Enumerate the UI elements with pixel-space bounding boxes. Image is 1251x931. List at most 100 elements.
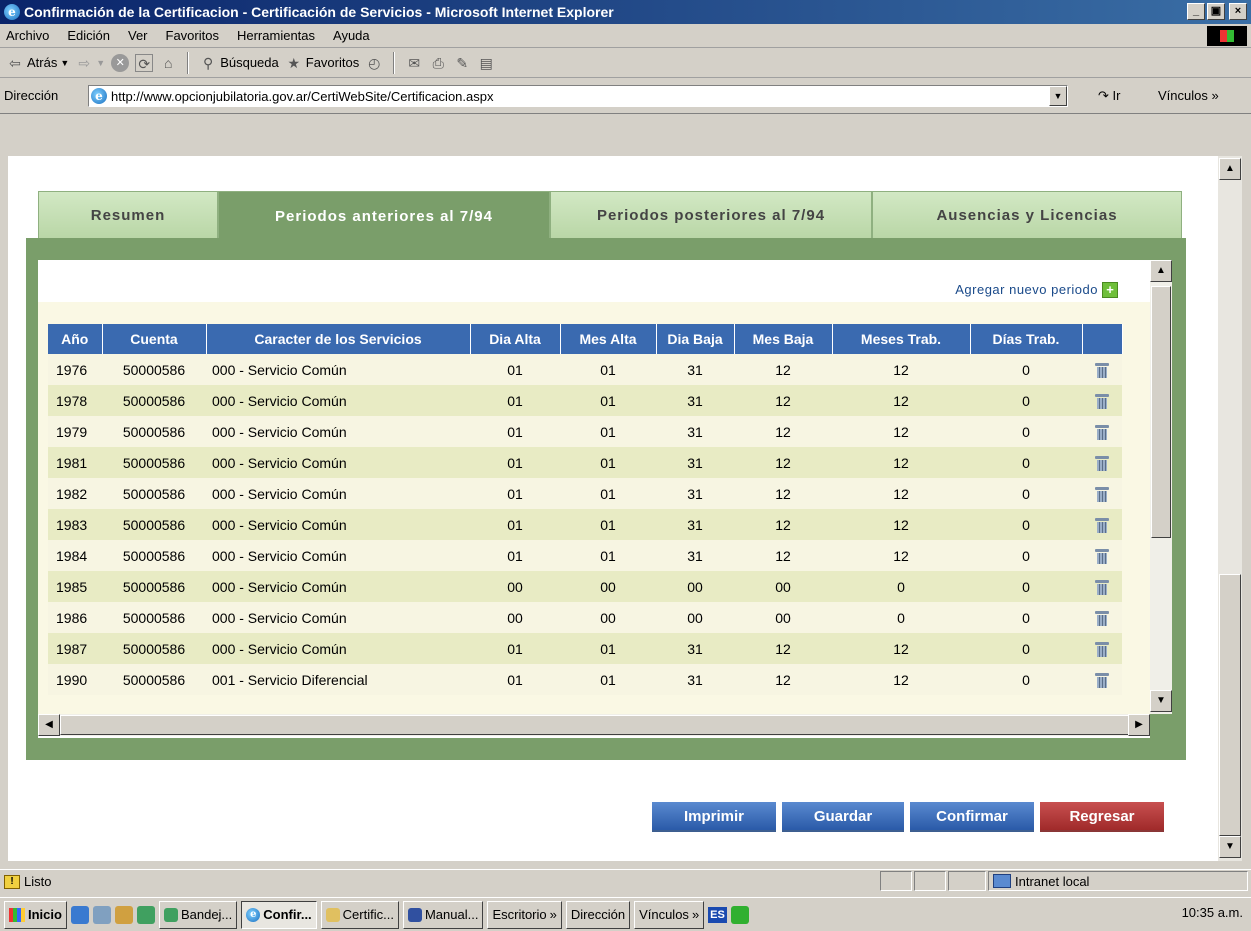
table-cell: 12 xyxy=(832,633,970,664)
col-delete xyxy=(1082,324,1123,354)
quicklaunch-app-icon[interactable] xyxy=(136,905,155,924)
add-period-link[interactable]: Agregar nuevo periodo xyxy=(955,282,1098,297)
table-cell: 1986 xyxy=(48,602,102,633)
scroll-up-icon[interactable]: ▲ xyxy=(1219,158,1241,180)
tab-resumen[interactable]: Resumen xyxy=(38,191,218,239)
table-cell: 01 xyxy=(470,540,560,571)
table-scroll-up-icon[interactable]: ▲ xyxy=(1150,260,1172,282)
task-confir[interactable]: e Confir... xyxy=(241,900,317,929)
task-manual[interactable]: Manual... xyxy=(402,900,484,929)
confirm-button[interactable]: Confirmar xyxy=(910,802,1034,832)
home-icon[interactable]: ⌂ xyxy=(159,54,177,72)
trash-icon[interactable] xyxy=(1094,672,1110,689)
table-cell: 000 - Servicio Común xyxy=(206,478,470,509)
forward-arrow-icon: ⇨ xyxy=(78,54,91,71)
quicklaunch-explorer-icon[interactable] xyxy=(92,905,111,924)
table-vertical-scrollbar[interactable]: ▲ ▼ xyxy=(1150,260,1172,714)
back-arrow-icon: ⇦ xyxy=(9,54,21,71)
page-scrollbar[interactable]: ▲ ▼ xyxy=(1218,156,1242,861)
minimize-button[interactable]: _ xyxy=(1187,3,1205,20)
maximize-button[interactable]: ▣ xyxy=(1207,3,1225,20)
mail-icon[interactable]: ✉ xyxy=(405,54,423,72)
status-warning-icon: ! xyxy=(4,874,20,889)
tab-periodos-anteriores[interactable]: Periodos anteriores al 7/94 xyxy=(218,191,550,241)
direccion-toolbar[interactable]: Dirección xyxy=(565,900,631,929)
tray-icon[interactable] xyxy=(730,905,749,924)
task-certific[interactable]: Certific... xyxy=(320,900,399,929)
stop-icon[interactable]: ✕ xyxy=(111,53,130,72)
menu-ver[interactable]: Ver xyxy=(128,28,148,43)
table-cell: 1987 xyxy=(48,633,102,664)
word-icon xyxy=(407,907,422,922)
save-button[interactable]: Guardar xyxy=(782,802,904,832)
trash-icon[interactable] xyxy=(1094,424,1110,441)
print-icon[interactable]: ⎙ xyxy=(429,54,447,72)
table-scroll-right-icon[interactable]: ▶ xyxy=(1128,714,1150,736)
favorites-icon: ★ xyxy=(287,54,301,71)
refresh-icon[interactable]: ⟳ xyxy=(135,53,154,72)
trash-icon[interactable] xyxy=(1094,641,1110,658)
table-cell: 1983 xyxy=(48,509,102,540)
toolbar: ⇦ Atrás ▼ ⇨ ▼ ✕ ⟳ ⌂ ⚲ Búsqueda ★ Favoritos ◴ … xyxy=(0,48,1251,78)
table-cell: 50000586 xyxy=(102,664,206,695)
trash-icon[interactable] xyxy=(1094,610,1110,627)
col-anio: Año xyxy=(48,324,103,354)
scroll-thumb[interactable] xyxy=(1219,574,1241,836)
menu-edicion[interactable]: Edición xyxy=(67,28,110,43)
tab-periodos-posteriores[interactable]: Periodos posteriores al 7/94 xyxy=(550,191,872,239)
status-cell xyxy=(948,871,986,891)
close-button[interactable]: × xyxy=(1229,3,1247,20)
add-icon[interactable]: + xyxy=(1102,282,1118,298)
col-mes-alta: Mes Alta xyxy=(560,324,657,354)
trash-icon[interactable] xyxy=(1094,455,1110,472)
history-icon[interactable]: ◴ xyxy=(365,54,383,72)
table-scroll-left-icon[interactable]: ◀ xyxy=(38,714,60,736)
menu-archivo[interactable]: Archivo xyxy=(6,28,49,43)
back-button[interactable]: ⇦ Atrás ▼ xyxy=(6,54,69,72)
task-bandeja[interactable]: Bandej... xyxy=(158,900,238,929)
trash-icon[interactable] xyxy=(1094,393,1110,410)
menu-herramientas[interactable]: Herramientas xyxy=(237,28,315,43)
escritorio-toolbar[interactable]: Escritorio » xyxy=(487,900,562,929)
table-cell: 50000586 xyxy=(102,385,206,416)
address-dropdown-icon[interactable]: ▼ xyxy=(1049,86,1067,106)
app-icon xyxy=(163,907,178,922)
language-indicator[interactable]: ES xyxy=(708,906,727,923)
table-cell: 50000586 xyxy=(102,540,206,571)
table-horizontal-scrollbar[interactable]: ◀ ▶ xyxy=(38,714,1150,736)
window-title: Confirmación de la Certificacion - Certi… xyxy=(24,4,614,20)
page-icon: e xyxy=(91,88,107,104)
links-button[interactable]: Vínculos » xyxy=(1158,88,1219,103)
edit-icon[interactable]: ✎ xyxy=(453,54,471,72)
table-hscroll-thumb[interactable] xyxy=(60,715,1130,735)
address-input[interactable]: e http://www.opcionjubilatoria.gov.ar/Ce… xyxy=(88,85,1068,107)
start-button[interactable]: Inicio xyxy=(4,900,67,929)
menu-favoritos[interactable]: Favoritos xyxy=(166,28,219,43)
trash-icon[interactable] xyxy=(1094,362,1110,379)
table-cell: 01 xyxy=(470,664,560,695)
quicklaunch-outlook-icon[interactable] xyxy=(114,905,133,924)
table-scroll-down-icon[interactable]: ▼ xyxy=(1150,690,1172,712)
vinculos-toolbar[interactable]: Vínculos » xyxy=(634,900,705,929)
quicklaunch-ie-icon[interactable] xyxy=(70,905,89,924)
scroll-down-icon[interactable]: ▼ xyxy=(1219,836,1241,858)
table-cell: 50000586 xyxy=(102,571,206,602)
trash-icon[interactable] xyxy=(1094,548,1110,565)
back-button-page[interactable]: Regresar xyxy=(1040,802,1164,832)
table-scroll-thumb[interactable] xyxy=(1151,286,1171,538)
tab-ausencias-licencias[interactable]: Ausencias y Licencias xyxy=(872,191,1182,239)
clock: 10:35 a.m. xyxy=(1181,905,1243,920)
discuss-icon[interactable]: ▤ xyxy=(477,54,495,72)
menu-ayuda[interactable]: Ayuda xyxy=(333,28,370,43)
search-button[interactable]: ⚲ Búsqueda xyxy=(199,54,279,72)
trash-icon[interactable] xyxy=(1094,517,1110,534)
trash-icon[interactable] xyxy=(1094,486,1110,503)
print-button[interactable]: Imprimir xyxy=(652,802,776,832)
favorites-button[interactable]: ★ Favoritos xyxy=(285,54,359,72)
table-cell: 1990 xyxy=(48,664,102,695)
trash-icon[interactable] xyxy=(1094,579,1110,596)
go-button[interactable]: ↷ Ir xyxy=(1098,88,1120,104)
forward-button[interactable]: ⇨ ▼ xyxy=(75,54,105,72)
table-cell: 1978 xyxy=(48,385,102,416)
status-cell xyxy=(880,871,912,891)
